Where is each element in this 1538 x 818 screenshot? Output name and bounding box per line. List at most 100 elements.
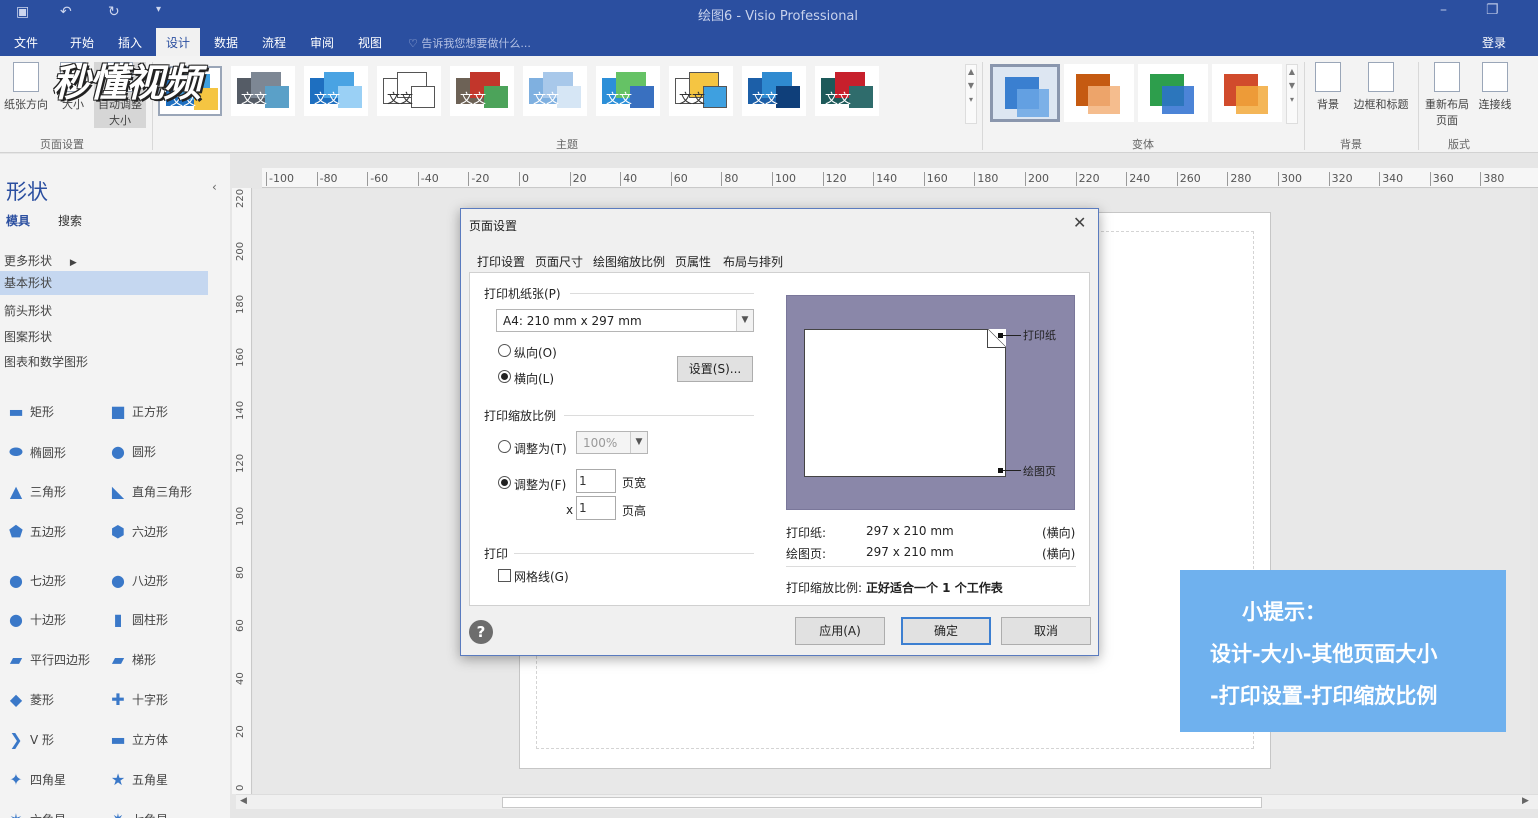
tab-layout-routing[interactable]: 布局与排列 [721,253,785,270]
percent-select[interactable]: 100% ▼ [576,431,648,454]
category-pattern-shapes[interactable]: 图案形状 [4,328,52,345]
shape-item[interactable]: ● 七边形 [6,571,66,590]
ok-button[interactable]: 确定 [901,617,991,645]
shape-item[interactable]: ● 圆形 [108,442,156,461]
relayout-button[interactable]: 重新布局页面 [1422,62,1472,128]
shape-item[interactable]: ✷ 七角星 [108,810,168,818]
theme-option[interactable]: 文文 [377,66,441,116]
close-icon[interactable]: ✕ [1073,213,1086,232]
tab-review[interactable]: 审阅 [310,34,334,51]
printer-setup-button[interactable]: 设置(S)... [677,356,753,382]
variant-swatch [1236,86,1268,114]
shape-item[interactable]: ✦ 四角星 [6,770,66,789]
gridlines-checkbox[interactable] [498,569,511,582]
ruler-tick-label: 140 [873,172,897,186]
shape-icon: ● [9,610,23,629]
scrollbar-thumb[interactable] [502,797,1262,808]
login-link[interactable]: 登录 [1482,34,1506,51]
help-icon[interactable]: ? [469,620,493,644]
chevron-right-icon: ▶ [69,258,77,268]
tab-page-size[interactable]: 页面尺寸 [533,253,585,270]
tab-home[interactable]: 开始 [70,34,94,51]
borders-titles-button[interactable]: 边框和标题 [1350,62,1412,112]
fit-wide-input[interactable]: 1 [576,469,616,493]
theme-option[interactable]: 文文 [596,66,660,116]
shape-item[interactable]: ★ 五角星 [108,770,168,789]
shape-item[interactable]: ▰ 平行四边形 [6,650,90,669]
ruler-tick-label: 120 [822,172,847,186]
variant-option[interactable] [1138,64,1208,122]
themes-scroll[interactable]: ▲ ▼ ▾ [965,64,977,124]
shape-item[interactable]: ● 十边形 [6,610,66,629]
cancel-button[interactable]: 取消 [1001,617,1091,645]
orientation-icon [13,62,39,92]
ruler-tick-label: 220 [235,188,246,208]
print-label: 打印 [484,547,509,561]
category-arrow-shapes[interactable]: 箭头形状 [4,302,52,319]
shape-item[interactable]: ● 八边形 [108,571,168,590]
category-more-shapes[interactable]: 更多形状 ▶ [4,252,77,269]
theme-option[interactable]: 文文 [231,66,295,116]
shape-item[interactable]: ⬢ 六边形 [108,522,168,541]
tab-file[interactable]: 文件 [14,34,38,51]
variants-scroll[interactable]: ▲ ▼ ▾ [1286,64,1298,124]
tab-insert[interactable]: 插入 [118,34,142,51]
fit-high-unit: 页高 [622,504,647,518]
shape-item[interactable]: ✶ 六角星 [6,810,66,818]
shape-item[interactable]: ◆ 菱形 [6,690,54,709]
shape-item[interactable]: ▰ 梯形 [108,650,156,669]
tab-search[interactable]: 搜索 [58,212,82,229]
backgrounds-button[interactable]: 背景 [1310,62,1346,112]
horizontal-scrollbar[interactable]: ◀ ▶ [236,794,1538,809]
restore-icon[interactable]: ❐ [1486,2,1499,18]
variant-option[interactable] [1212,64,1282,122]
shape-icon: ● [111,442,125,461]
orientation-button[interactable]: 纸张方向 [2,62,50,112]
theme-option[interactable]: 文文 [742,66,806,116]
theme-option[interactable]: 文文 [450,66,514,116]
category-basic-shapes[interactable]: 基本形状 [0,271,208,295]
tab-stencils[interactable]: 模具 [6,212,30,229]
paper-row-label: 打印纸: [786,526,827,540]
tab-print-setup[interactable]: 打印设置 [475,253,527,270]
theme-option[interactable]: 文文 [669,66,733,116]
variant-option[interactable] [990,64,1060,122]
scroll-left-icon[interactable]: ◀ [240,796,247,806]
tab-data[interactable]: 数据 [214,34,238,51]
variant-option[interactable] [1064,64,1134,122]
shape-item[interactable]: ⬟ 五边形 [6,522,66,541]
divider [564,415,754,416]
shape-item[interactable]: ▬ 立方体 [108,730,168,749]
shape-label: 七边形 [30,574,67,588]
shape-item[interactable]: ❯ V 形 [6,730,54,749]
paper-size-select[interactable]: A4: 210 mm x 297 mm ▼ [496,309,754,332]
tab-process[interactable]: 流程 [262,34,286,51]
tell-me-box[interactable]: ♡ 告诉我您想要做什么... [408,35,531,51]
theme-option[interactable]: 文文 [523,66,587,116]
shape-item[interactable]: ◣ 直角三角形 [108,482,192,501]
shape-item[interactable]: ■ 正方形 [108,402,168,421]
category-chart-math-shapes[interactable]: 图表和数学图形 [4,353,88,370]
theme-option[interactable]: 文文 [304,66,368,116]
shape-item[interactable]: ▲ 三角形 [6,482,66,501]
apply-button[interactable]: 应用(A) [795,617,885,645]
minimize-icon[interactable]: – [1440,2,1447,18]
shape-item[interactable]: ▬ 矩形 [6,402,54,421]
tab-drawing-scale[interactable]: 绘图缩放比例 [591,253,667,270]
shape-item[interactable]: ▮ 圆柱形 [108,610,168,629]
tab-page-properties[interactable]: 页属性 [673,253,713,270]
page-setup-dialog: 页面设置 ✕ 打印设置 页面尺寸 绘图缩放比例 页属性 布局与排列 打印机纸张(… [460,208,1099,656]
adjust-percent-radio[interactable] [498,440,511,453]
landscape-radio[interactable] [498,370,511,383]
fit-high-input[interactable]: 1 [576,496,616,520]
connectors-button[interactable]: 连接线 [1476,62,1514,112]
shape-icon: ❯ [9,730,23,749]
collapse-pane-icon[interactable]: ‹ [212,180,217,194]
portrait-radio[interactable] [498,344,511,357]
shape-item[interactable]: ⬬ 椭圆形 [6,442,66,462]
fit-to-radio[interactable] [498,476,511,489]
scroll-right-icon[interactable]: ▶ [1522,796,1529,806]
tab-view[interactable]: 视图 [358,34,382,51]
theme-option[interactable]: 文文 [815,66,879,116]
shape-item[interactable]: ✚ 十字形 [108,690,168,709]
